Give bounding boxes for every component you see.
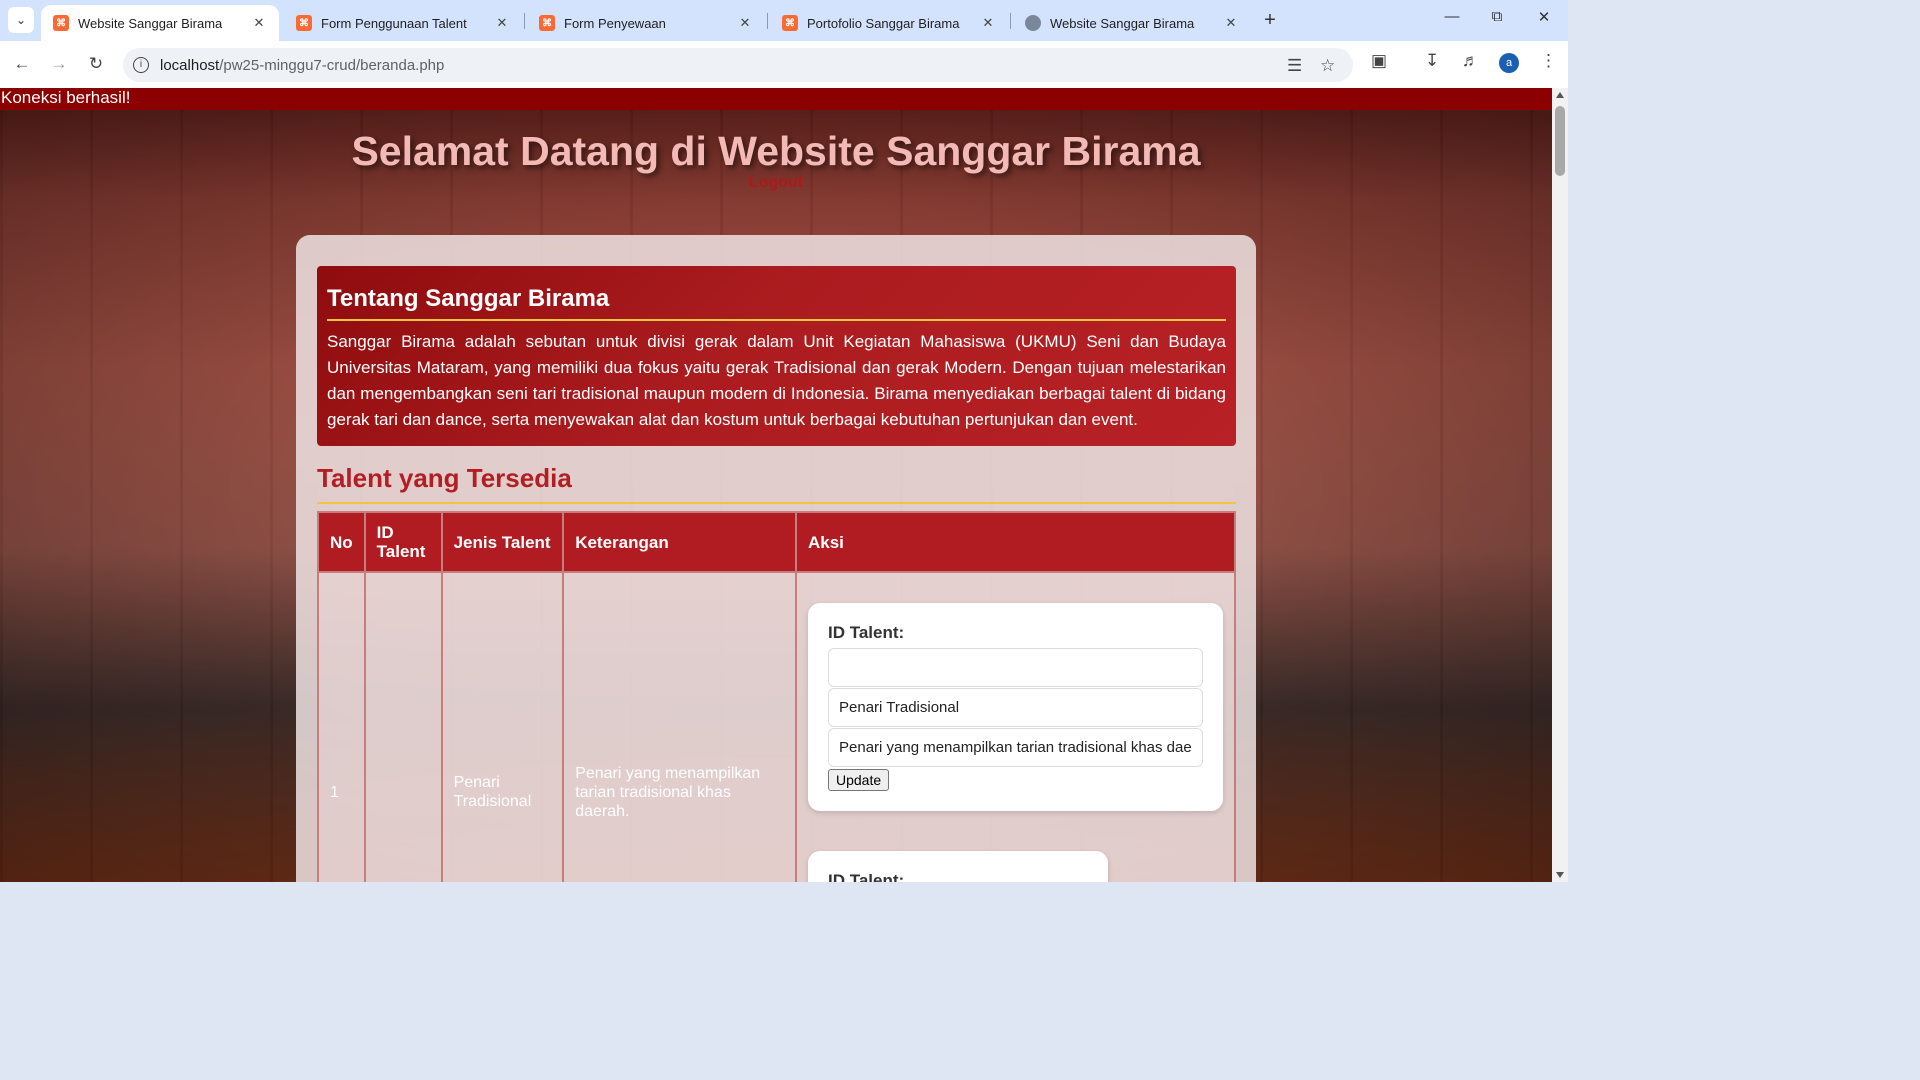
extensions-icon[interactable]: ▣ — [1371, 51, 1387, 71]
about-heading: Tentang Sanggar Birama — [327, 285, 1226, 321]
about-text: Sanggar Birama adalah sebutan untuk divi… — [327, 332, 1226, 429]
connection-status: Koneksi berhasil! — [0, 88, 1552, 110]
xampp-icon: ⌘ — [539, 15, 555, 31]
page-scrollbar[interactable] — [1552, 88, 1568, 882]
translate-icon[interactable]: ☰ — [1287, 56, 1302, 76]
bookmark-star-icon[interactable]: ☆ — [1320, 56, 1335, 76]
globe-icon — [1025, 15, 1041, 31]
talent-table: No ID Talent Jenis Talent Keterangan Aks… — [317, 511, 1236, 882]
cell-jenis: Penari Tradisional — [440, 571, 565, 882]
col-header-aksi: Aksi — [795, 511, 1236, 573]
col-header-jenis: Jenis Talent — [440, 511, 565, 573]
close-icon[interactable]: ✕ — [1223, 15, 1239, 31]
jenis-talent-input[interactable] — [828, 688, 1203, 727]
xampp-icon: ⌘ — [53, 15, 69, 31]
tab-title: Website Sanggar Birama — [78, 15, 223, 31]
tab-website-sanggar-birama-2[interactable]: Website Sanggar Birama ✕ — [1013, 5, 1251, 41]
window-close-icon[interactable]: ✕ — [1534, 8, 1554, 26]
cell-keterangan: Penari yang menampilkan tarian tradision… — [562, 571, 797, 882]
col-header-keterangan: Keterangan — [562, 511, 797, 573]
tab-search-button[interactable]: ⌄ — [8, 7, 34, 33]
url-host: localhost — [160, 57, 220, 74]
close-icon[interactable]: ✕ — [494, 15, 510, 31]
menu-kebab-icon[interactable]: ⋮ — [1540, 51, 1557, 71]
keterangan-input[interactable] — [828, 728, 1203, 767]
tab-separator — [524, 13, 525, 29]
tab-portofolio-sanggar-birama[interactable]: ⌘ Portofolio Sanggar Birama ✕ — [770, 5, 1008, 41]
scrollbar-thumb[interactable] — [1555, 106, 1565, 176]
about-section: Tentang Sanggar Birama Sanggar Birama ad… — [317, 266, 1236, 446]
xampp-icon: ⌘ — [782, 15, 798, 31]
browser-tab-bar: ⌄ ⌘ Website Sanggar Birama ✕ ⌘ Form Peng… — [0, 0, 1568, 41]
tab-website-sanggar-birama[interactable]: ⌘ Website Sanggar Birama ✕ — [41, 5, 279, 41]
forward-icon[interactable]: → — [47, 52, 71, 76]
minimize-icon[interactable]: — — [1442, 8, 1462, 25]
url-text[interactable]: localhost/pw25-minggu7-crud/beranda.php — [160, 57, 444, 74]
update-button[interactable]: Update — [828, 769, 890, 791]
xampp-icon: ⌘ — [296, 15, 312, 31]
logout-link[interactable]: Logout — [0, 174, 1552, 192]
url-path: /pw25-minggu7-crud/beranda.php — [219, 57, 445, 74]
tab-title: Portofolio Sanggar Birama — [807, 15, 960, 31]
update-talent-form: ID Talent: Update — [808, 603, 1223, 811]
id-talent-input[interactable] — [828, 648, 1203, 687]
close-icon[interactable]: ✕ — [737, 15, 753, 31]
browser-toolbar: ← → ↻ i localhost/pw25-minggu7-crud/bera… — [0, 41, 1568, 88]
page-viewport: Koneksi berhasil! Selamat Datang di Webs… — [0, 88, 1552, 882]
id-talent-label: ID Talent: — [828, 871, 905, 882]
main-content-card: Tentang Sanggar Birama Sanggar Birama ad… — [296, 235, 1256, 882]
page-title: Selamat Datang di Website Sanggar Birama — [351, 128, 1201, 174]
site-info-icon[interactable]: i — [133, 57, 149, 73]
cell-id — [363, 571, 443, 882]
tab-form-penyewaan[interactable]: ⌘ Form Penyewaan ✕ — [527, 5, 765, 41]
tab-separator — [767, 13, 768, 29]
profile-avatar[interactable]: a — [1499, 53, 1519, 73]
table-row: 1 Penari Tradisional Penari yang menampi… — [317, 571, 1236, 882]
media-control-icon[interactable]: ♬ — [1462, 51, 1479, 71]
download-icon[interactable]: ↧ — [1425, 51, 1439, 71]
reload-icon[interactable]: ↻ — [84, 52, 108, 76]
cell-aksi: ID Talent: Update ID Talent: — [795, 571, 1236, 882]
col-header-id: ID Talent — [363, 511, 443, 573]
close-icon[interactable]: ✕ — [251, 15, 267, 31]
talent-section-title: Talent yang Tersedia — [317, 463, 1236, 504]
close-icon[interactable]: ✕ — [980, 15, 996, 31]
address-bar[interactable]: i localhost/pw25-minggu7-crud/beranda.ph… — [123, 48, 1353, 82]
update-talent-form-2: ID Talent: — [808, 851, 1108, 882]
tab-form-penggunaan-talent[interactable]: ⌘ Form Penggunaan Talent ✕ — [284, 5, 522, 41]
chevron-down-icon: ⌄ — [15, 13, 27, 27]
scroll-up-arrow-icon[interactable] — [1556, 92, 1564, 98]
col-header-no: No — [317, 511, 366, 573]
id-talent-label: ID Talent: — [828, 623, 905, 642]
tab-title: Form Penggunaan Talent — [321, 15, 467, 31]
tab-separator — [1010, 13, 1011, 29]
table-header-row: No ID Talent Jenis Talent Keterangan Aks… — [317, 511, 1236, 573]
new-tab-button[interactable]: + — [1259, 9, 1281, 32]
tab-title: Form Penyewaan — [564, 15, 666, 31]
scroll-down-arrow-icon[interactable] — [1556, 872, 1564, 878]
restore-icon[interactable]: ⧉ — [1487, 8, 1507, 25]
back-icon[interactable]: ← — [10, 52, 34, 76]
tab-title: Website Sanggar Birama — [1050, 15, 1195, 31]
cell-no: 1 — [317, 571, 366, 882]
